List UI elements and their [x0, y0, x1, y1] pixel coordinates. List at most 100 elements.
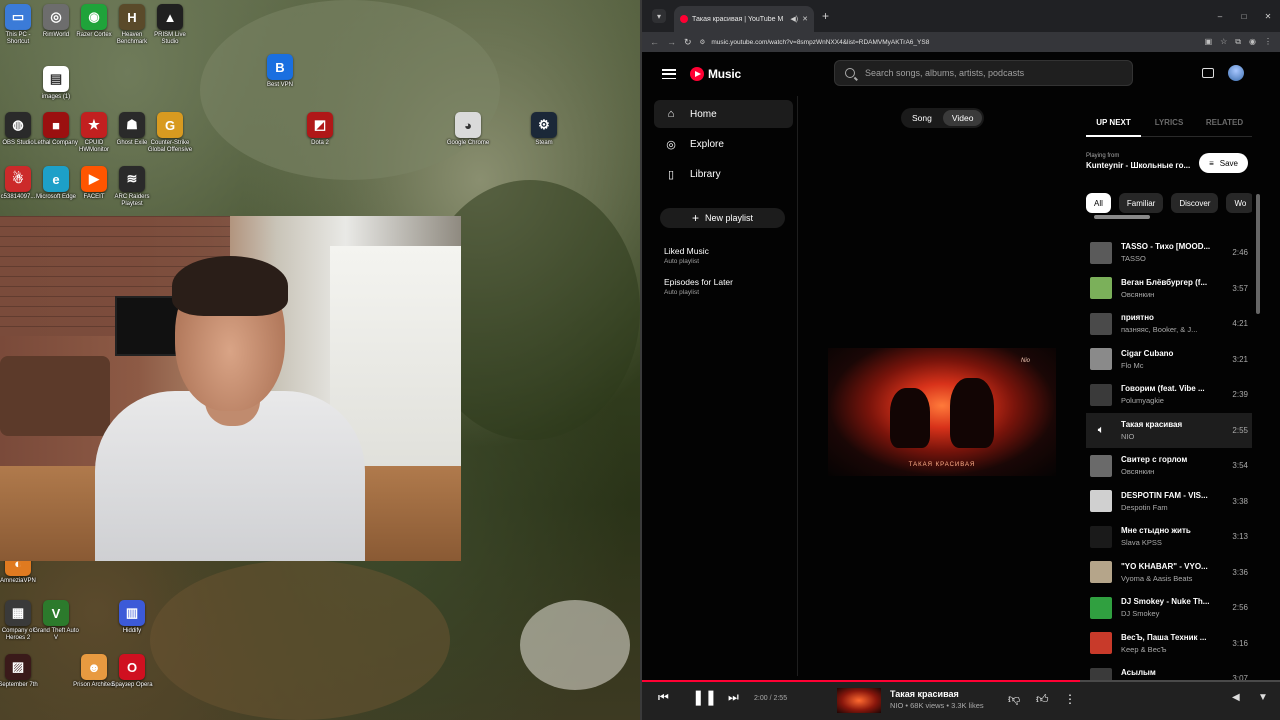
- desktop-icon[interactable]: G Counter-Strike Global Offensive: [146, 112, 194, 154]
- song-toggle-button[interactable]: Song: [903, 110, 941, 126]
- now-playing-thumbnail[interactable]: [837, 688, 881, 713]
- chip-scrollbar[interactable]: [1094, 215, 1150, 219]
- queue-item[interactable]: Веган Блёвбургер (f... Овсянкин 3:57: [1086, 271, 1252, 307]
- search-box[interactable]: [834, 60, 1133, 86]
- track-thumbnail: [1090, 596, 1112, 619]
- tab-related[interactable]: RELATED: [1197, 118, 1252, 137]
- browser-tab[interactable]: Такая красивая | YouTube M ◀) ✕: [674, 6, 814, 32]
- desktop-app-icon: e: [43, 166, 69, 192]
- save-button[interactable]: ≡ Save: [1199, 153, 1248, 173]
- desktop-icon[interactable]: ▨ September 7th: [0, 654, 42, 689]
- new-playlist-button[interactable]: + New playlist: [660, 208, 785, 228]
- queue-item[interactable]: TASSO - Тихо [MOOD... TASSO 2:46: [1086, 235, 1252, 271]
- extensions-icon[interactable]: ⧉: [1235, 37, 1241, 47]
- reload-icon[interactable]: ↻: [684, 37, 692, 48]
- maximize-button[interactable]: □: [1232, 0, 1256, 32]
- sidebar-playlist[interactable]: Episodes for Later Auto playlist: [664, 277, 797, 296]
- desktop-icon[interactable]: O Браузер Opera: [108, 654, 156, 689]
- desktop-icon[interactable]: V Grand Theft Auto V: [32, 600, 80, 642]
- plus-icon: +: [691, 211, 699, 225]
- track-thumbnail: [1090, 525, 1112, 548]
- queue-scrollbar[interactable]: [1256, 194, 1260, 314]
- previous-icon[interactable]: ⏮: [658, 690, 669, 705]
- desktop-icon[interactable]: ▲ PRISM Live Studio: [146, 4, 194, 46]
- track-duration: 3:38: [1232, 496, 1248, 506]
- back-icon[interactable]: ←: [650, 37, 659, 47]
- address-bar[interactable]: ⚙ music.youtube.com/watch?v=8smpzWnNXX4&…: [700, 34, 1197, 50]
- sidebar-item-home[interactable]: ⌂ Home: [654, 100, 793, 128]
- desktop-icon[interactable]: ⚙ Steam: [520, 112, 568, 147]
- queue-item[interactable]: Cigar Cubano Flo Mc 3:21: [1086, 342, 1252, 378]
- queue-item[interactable]: Свитер с горлом Овсянкин 3:54: [1086, 448, 1252, 484]
- track-duration: 3:21: [1232, 354, 1248, 364]
- desktop-app-icon: ⚙: [531, 112, 557, 138]
- desktop-app-icon: ▥: [119, 600, 145, 626]
- queue-item[interactable]: DJ Smokey - Nuke Th... DJ Smokey 2:56: [1086, 590, 1252, 626]
- profile-icon[interactable]: ◉: [1249, 37, 1256, 47]
- tab-strip: ▾ Такая красивая | YouTube M ◀) ✕ + – □ …: [642, 0, 1280, 32]
- close-tab-icon[interactable]: ✕: [802, 15, 808, 23]
- minimize-button[interactable]: –: [1208, 0, 1232, 32]
- sidebar-playlist[interactable]: Liked Music Auto playlist: [664, 246, 797, 265]
- sidebar-item-explore[interactable]: ◎ Explore: [654, 130, 793, 158]
- now-playing-title[interactable]: Такая красивая: [890, 689, 984, 699]
- track-artist: пазняяс, Booker, & J...: [1121, 325, 1198, 335]
- desktop-icon[interactable]: B Best VPN: [256, 54, 304, 89]
- desktop-icon[interactable]: ◕ Google Chrome: [444, 112, 492, 147]
- logo-text: Music: [708, 67, 742, 81]
- desktop-app-icon: O: [119, 654, 145, 680]
- filter-chip[interactable]: All: [1086, 193, 1111, 213]
- speaker-icon[interactable]: ◀): [790, 15, 798, 23]
- player-bar: ⏮ ❚❚ ⏭ 2:00 / 2:55 Такая красивая NIO • …: [642, 680, 1280, 720]
- desktop-icon[interactable]: ▤ images (1): [32, 66, 80, 101]
- queue-item[interactable]: DESPOTIN FAM - VIS... Despotin Fam 3:38: [1086, 484, 1252, 520]
- desktop-icon[interactable]: ▥ Hiddify: [108, 600, 156, 635]
- like-icon[interactable]: 👍︎: [1036, 692, 1049, 707]
- avatar[interactable]: [1228, 65, 1244, 81]
- search-input[interactable]: [865, 68, 1115, 78]
- bookmark-star-icon[interactable]: ☆: [1220, 37, 1227, 47]
- desktop-icon-label: Grand Theft Auto V: [33, 628, 79, 641]
- filter-chip[interactable]: Familiar: [1118, 193, 1164, 213]
- desktop-icon[interactable]: ◩ Dota 2: [296, 112, 344, 147]
- queue-item[interactable]: приятно пазняяс, Booker, & J... 4:21: [1086, 306, 1252, 342]
- track-duration: 2:56: [1232, 603, 1248, 613]
- queue-item[interactable]: 🔈︎ Такая красивая NIO 2:55: [1086, 412, 1252, 448]
- tab-lyrics[interactable]: LYRICS: [1142, 118, 1197, 137]
- next-icon[interactable]: ⏭: [728, 690, 739, 705]
- close-window-button[interactable]: ✕: [1256, 0, 1280, 32]
- desktop: ▭ This PC - Shortcut ◎ RimWorld ◉ Razer Corte…: [0, 0, 640, 720]
- desktop-icon-label: Steam: [535, 140, 553, 146]
- progress-bar[interactable]: [642, 680, 1280, 682]
- dislike-icon[interactable]: 👎︎: [1008, 692, 1020, 707]
- expand-down-icon[interactable]: ▼: [1258, 692, 1268, 703]
- queue-item[interactable]: Говорим (feat. Vibe ... Polumyagkie 2:39: [1086, 377, 1252, 413]
- queue-item[interactable]: Мне стыдно жить Slava KPSS 3:13: [1086, 519, 1252, 555]
- youtube-music-logo[interactable]: Music: [690, 67, 741, 81]
- install-icon[interactable]: ▣: [1205, 37, 1213, 47]
- menu-dots-icon[interactable]: ⋮: [1264, 37, 1272, 47]
- collapse-left-icon[interactable]: ◀: [1232, 692, 1240, 703]
- track-duration: 2:55: [1232, 425, 1248, 435]
- track-artist: Flo Mc: [1121, 360, 1144, 370]
- pause-icon[interactable]: ❚❚: [692, 688, 717, 706]
- tab-up-next[interactable]: UP NEXT: [1086, 118, 1141, 137]
- menu-icon[interactable]: [662, 69, 676, 79]
- desktop-icon-label: ARC Raiders Playtest: [114, 194, 150, 207]
- new-tab-icon[interactable]: +: [822, 9, 829, 23]
- queue-item[interactable]: "YO KHABAR" - VYO... Vyoma & Aasis Beats 3…: [1086, 555, 1252, 591]
- tab-search-icon[interactable]: ▾: [652, 9, 666, 23]
- filter-chip[interactable]: Wo: [1226, 193, 1252, 213]
- playing-from-title[interactable]: Kunteynir - Школьные го...: [1086, 161, 1196, 170]
- forward-icon[interactable]: →: [667, 37, 676, 47]
- more-options-icon[interactable]: ⋮: [1064, 692, 1076, 706]
- filter-chip[interactable]: Discover: [1171, 193, 1219, 213]
- cast-icon[interactable]: [1202, 68, 1214, 78]
- desktop-icon[interactable]: ≋ ARC Raiders Playtest: [108, 166, 156, 208]
- video-toggle-button[interactable]: Video: [942, 110, 983, 126]
- album-cover[interactable]: Nio ТАКАЯ КРАСИВАЯ: [828, 348, 1056, 476]
- desktop-app-icon: ■: [43, 112, 69, 138]
- queue-item[interactable]: ВесЪ, Паша Техник ... Keep & ВесЪ 3:16: [1086, 626, 1252, 662]
- site-info-icon[interactable]: ⚙: [700, 38, 706, 46]
- sidebar-item-library[interactable]: ▯ Library: [654, 160, 793, 188]
